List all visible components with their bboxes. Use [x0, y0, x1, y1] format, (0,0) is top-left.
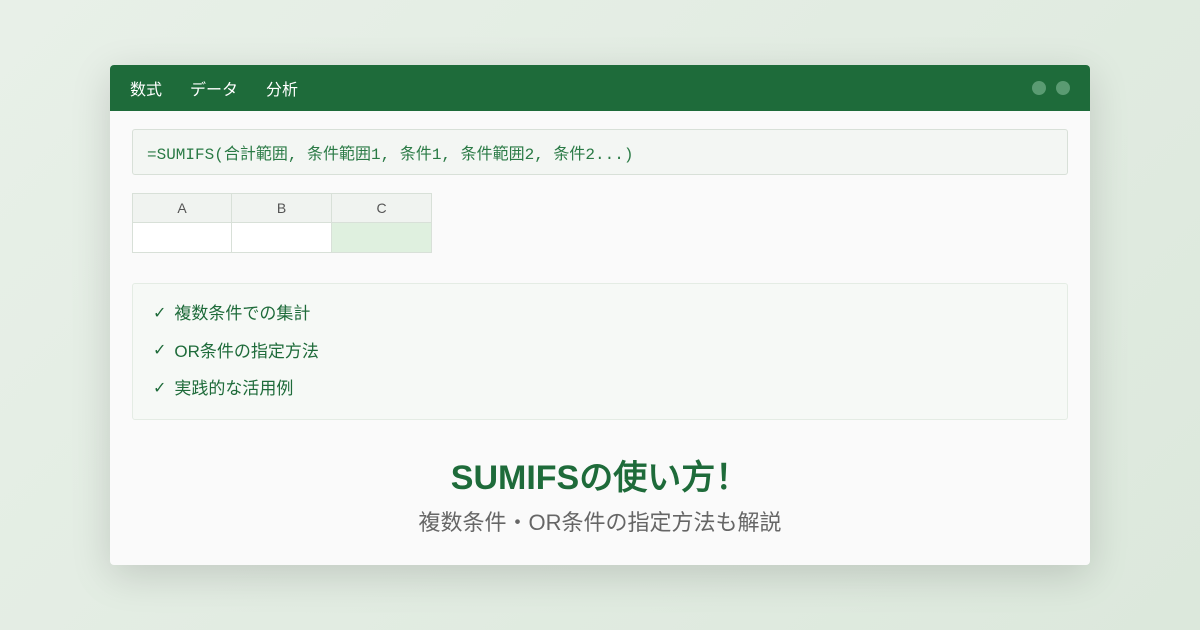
column-headers: A B C: [132, 193, 1068, 223]
menu-item-analysis[interactable]: 分析: [266, 76, 298, 100]
column-header-c[interactable]: C: [332, 193, 432, 223]
title-block: SUMIFSの使い方！ 複数条件・OR条件の指定方法も解説: [132, 450, 1068, 537]
check-icon: ✓: [153, 340, 166, 362]
column-header-b[interactable]: B: [232, 193, 332, 223]
feature-item: ✓ OR条件の指定方法: [153, 340, 1047, 364]
feature-item: ✓ 実践的な活用例: [153, 377, 1047, 401]
titlebar: 数式 データ 分析: [110, 65, 1090, 111]
cell-a1[interactable]: [132, 223, 232, 253]
menu-item-data[interactable]: データ: [190, 76, 238, 100]
spreadsheet: A B C: [132, 193, 1068, 253]
cell-c1-selected[interactable]: [332, 223, 432, 253]
feature-text: OR条件の指定方法: [174, 340, 319, 364]
formula-bar[interactable]: =SUMIFS(合計範囲, 条件範囲1, 条件1, 条件範囲2, 条件2...): [132, 129, 1068, 175]
feature-text: 実践的な活用例: [174, 377, 293, 401]
window-controls: [1032, 81, 1070, 95]
feature-text: 複数条件での集計: [174, 302, 310, 326]
check-icon: ✓: [153, 303, 166, 325]
feature-item: ✓ 複数条件での集計: [153, 302, 1047, 326]
app-window: 数式 データ 分析 =SUMIFS(合計範囲, 条件範囲1, 条件1, 条件範囲…: [110, 65, 1090, 565]
page-title: SUMIFSの使い方！: [132, 450, 1068, 499]
column-header-a[interactable]: A: [132, 193, 232, 223]
menu-item-formula[interactable]: 数式: [130, 76, 162, 100]
check-icon: ✓: [153, 378, 166, 400]
cell-b1[interactable]: [232, 223, 332, 253]
content-area: =SUMIFS(合計範囲, 条件範囲1, 条件1, 条件範囲2, 条件2...)…: [110, 111, 1090, 565]
page-subtitle: 複数条件・OR条件の指定方法も解説: [132, 505, 1068, 537]
window-control-dot[interactable]: [1032, 81, 1046, 95]
menu-bar: 数式 データ 分析: [130, 76, 298, 100]
window-control-dot[interactable]: [1056, 81, 1070, 95]
sheet-row: [132, 223, 1068, 253]
feature-list: ✓ 複数条件での集計 ✓ OR条件の指定方法 ✓ 実践的な活用例: [132, 283, 1068, 420]
